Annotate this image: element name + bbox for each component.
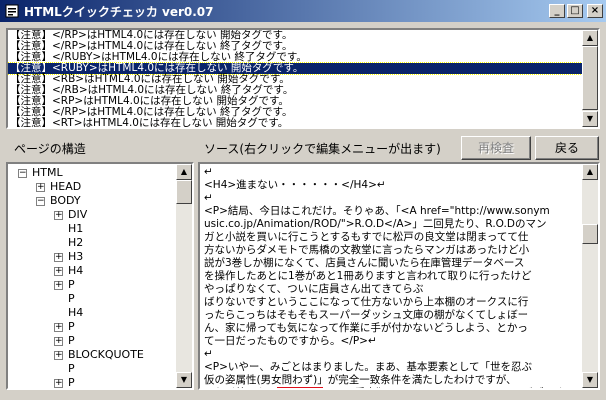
tree-node-label: HTML: [32, 166, 63, 179]
scroll-up-icon[interactable]: ▲: [582, 30, 598, 46]
source-line: やっぱりなくて、ついに店員さん出てきてらぶ: [204, 283, 424, 295]
tree-node-label: BLOCKQUOTE: [68, 348, 144, 361]
scroll-down-icon[interactable]: ▼: [582, 372, 598, 388]
source-line: 説が3巻しか棚になくて、店員さんに聞いたら在庫管理データベース: [204, 257, 525, 269]
expand-icon[interactable]: +: [54, 267, 63, 276]
scroll-thumb[interactable]: [582, 46, 598, 110]
tree-node-label: H1: [68, 222, 84, 235]
tree-node[interactable]: P: [8, 362, 176, 376]
tree-node[interactable]: H2: [8, 236, 176, 250]
tree-node[interactable]: − BODY: [8, 194, 176, 208]
tree-node-label: HEAD: [50, 180, 82, 193]
expand-icon[interactable]: +: [54, 211, 63, 220]
source-line: ↵: [204, 192, 213, 204]
tree-scrollbar[interactable]: ▲ ▼: [176, 164, 192, 388]
tree-node-label: P: [68, 334, 75, 347]
message-list-box[interactable]: 【注意】</RP>はHTML4.0には存在しない 開始タグです。 【注意】</RP…: [6, 28, 600, 129]
source-line: <H4>進まない・・・・・・</H4>↵: [204, 179, 386, 191]
tree-node-label: BODY: [50, 194, 81, 207]
scroll-down-icon[interactable]: ▼: [176, 372, 192, 388]
collapse-icon[interactable]: −: [36, 197, 45, 206]
minimize-button[interactable]: _: [549, 4, 565, 18]
scroll-thumb[interactable]: [176, 180, 192, 204]
tree-node-label: P: [68, 278, 75, 291]
maximize-button[interactable]: □: [567, 4, 583, 18]
tree-node[interactable]: + H4: [8, 264, 176, 278]
source-line: ん、家に帰っても気になって作業に手が付かないどうしよう、とかっ: [204, 322, 528, 334]
scroll-thumb[interactable]: [582, 224, 598, 244]
expand-icon[interactable]: +: [36, 183, 45, 192]
tree-node[interactable]: P: [8, 292, 176, 306]
source-line: <P>結局、今日はこれだけ。そりゃあ、「<A href="http://www.…: [204, 205, 550, 217]
tree-node-label: H2: [68, 236, 84, 249]
tree-node[interactable]: H4: [8, 306, 176, 320]
tree-node[interactable]: − HTML: [8, 166, 176, 180]
highlighted-tag[interactable]: <RUBY>: [277, 387, 323, 388]
expand-icon[interactable]: +: [54, 253, 63, 262]
source-panel-label: ソース(右クリックで編集メニューが出ます): [204, 142, 441, 156]
tree-node[interactable]: + P: [8, 320, 176, 334]
window-title: HTMLクイックチェッカ ver0.07: [24, 4, 214, 19]
source-text-segment: それ以外でも、: [204, 387, 277, 388]
tree-node[interactable]: H1: [8, 222, 176, 236]
source-line: を操作したあとに1巻があと1冊ありますと言われて取りに行ったけど: [204, 270, 532, 282]
expand-icon[interactable]: +: [54, 323, 63, 332]
source-line: <P>いやー、みごとはまりました。まあ、基本要素として「世を忍ぶ: [204, 361, 533, 373]
back-button[interactable]: 戻る: [535, 136, 599, 160]
source-line: ったらこっちはそもそもスーパーダッシュ文庫の棚がなくてしょぼー: [204, 309, 529, 321]
expand-icon[interactable]: +: [54, 337, 63, 346]
source-line: ↵: [204, 348, 213, 360]
tree-node-label: H4: [68, 264, 84, 277]
tree-node-label: P: [68, 320, 75, 333]
collapse-icon[interactable]: −: [18, 169, 27, 178]
tree-node-label: DIV: [68, 208, 88, 221]
tree-node-label: P: [68, 376, 75, 388]
source-line: 方ないからダメモトで馬橋の文教堂に言ったらマンガはあったけど小: [204, 244, 530, 256]
source-line: 仮の姿属性(男女問わず)」が完全一致条件を満たしたわけですが、: [204, 374, 517, 386]
source-line: ガと小説を買いに行こうとするもすでに松戸の良文堂は閉まってて仕: [204, 231, 529, 243]
tree-node-label: P: [68, 362, 75, 375]
tree-node[interactable]: + P: [8, 376, 176, 388]
tree-view-box[interactable]: − HTML + HEAD − BODY + DIV H1 H2 + H3 + H4 + P P H4 + P + P + B…: [6, 162, 194, 390]
title-bar[interactable]: HTMLクイックチェッカ ver0.07 _ □ ×: [0, 0, 606, 22]
source-line: ばりないですというここになって仕方ないから上本棚のオークスに行: [204, 296, 529, 308]
tree-node[interactable]: + H3: [8, 250, 176, 264]
source-line: それ以外でも、<RUBY><RB>愛書狂</RB><RP>(</RP><RT>ビ…: [204, 387, 582, 388]
source-scrollbar[interactable]: ▲ ▼: [582, 164, 598, 388]
tree-node-label: P: [68, 292, 75, 305]
tree-node-label: H4: [68, 306, 84, 319]
message-scrollbar[interactable]: ▲ ▼: [582, 30, 598, 127]
source-text-segment: <RB>愛書狂</RB><RP>(</RP><RT>ビブリオマニ: [323, 387, 582, 388]
expand-icon[interactable]: +: [54, 351, 63, 360]
expand-icon[interactable]: +: [54, 281, 63, 290]
tree-node[interactable]: + HEAD: [8, 180, 176, 194]
expand-icon[interactable]: +: [54, 379, 63, 388]
structure-tree[interactable]: − HTML + HEAD − BODY + DIV H1 H2 + H3 + H4 + P P H4 + P + P + B…: [8, 164, 176, 388]
tree-node[interactable]: + P: [8, 334, 176, 348]
tree-node[interactable]: + BLOCKQUOTE: [8, 348, 176, 362]
tree-panel-label: ページの構造: [14, 142, 86, 156]
source-line: ↵: [204, 166, 213, 178]
tree-node[interactable]: + DIV: [8, 208, 176, 222]
tree-node[interactable]: + P: [8, 278, 176, 292]
tree-node-label: H3: [68, 250, 84, 263]
source-line: て一日だったものですから。</P>↵: [204, 335, 377, 347]
scroll-down-icon[interactable]: ▼: [582, 111, 598, 127]
message-item[interactable]: 【注意】<RT>はHTML4.0には存在しない 開始タグです。: [8, 118, 582, 128]
recheck-button[interactable]: 再検査: [461, 136, 531, 160]
source-text[interactable]: ↵ <H4>進まない・・・・・・</H4>↵ ↵ <P>結局、今日はこれだけ。そりゃあ…: [200, 164, 582, 388]
source-view-box[interactable]: ↵ <H4>進まない・・・・・・</H4>↵ ↵ <P>結局、今日はこれだけ。そりゃあ…: [198, 162, 600, 390]
scroll-up-icon[interactable]: ▲: [176, 164, 192, 180]
message-list[interactable]: 【注意】</RP>はHTML4.0には存在しない 開始タグです。 【注意】</RP…: [8, 30, 582, 127]
app-icon: [4, 3, 20, 19]
close-button[interactable]: ×: [587, 4, 603, 18]
scroll-up-icon[interactable]: ▲: [582, 164, 598, 180]
source-line: usic.co.jp/Animation/ROD/">R.O.D</A>」二回見…: [204, 218, 547, 230]
